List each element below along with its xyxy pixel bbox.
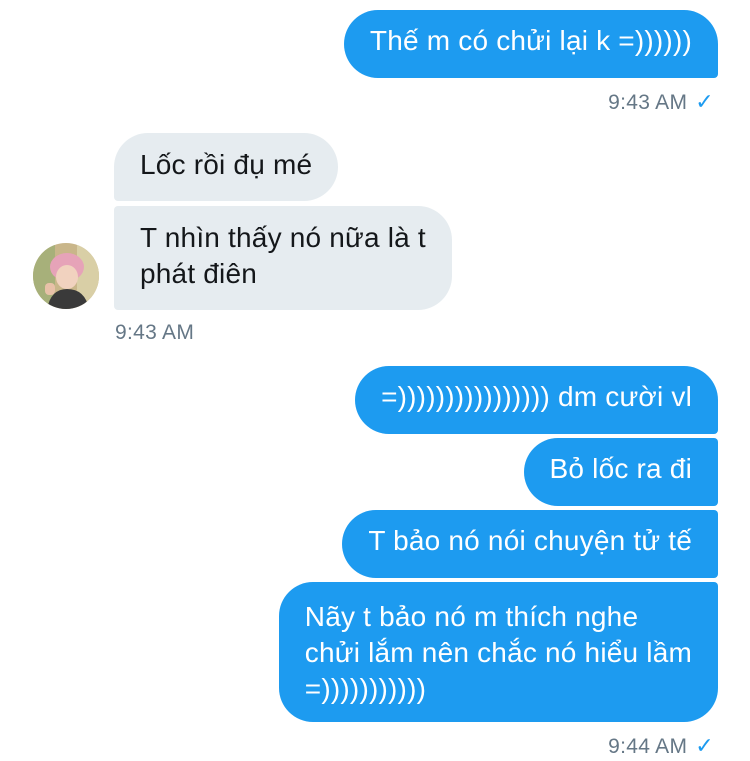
message-timestamp: 9:43 AM xyxy=(115,321,195,344)
message-bubble-outgoing[interactable]: T bảo nó nói chuyện tử tế xyxy=(342,510,718,578)
message-bubble-incoming[interactable]: T nhìn thấy nó nữa là t phát điên xyxy=(114,206,452,310)
avatar-image xyxy=(33,243,99,309)
message-bubble-outgoing[interactable]: =)))))))))))))))) dm cười vl xyxy=(355,366,718,434)
message-bubble-outgoing[interactable]: Nãy t bảo nó m thích nghe chửi lắm nên c… xyxy=(278,582,718,722)
checkmark-icon: ✓ xyxy=(695,89,714,114)
message-bubble-incoming[interactable]: Lốc rồi đụ mé xyxy=(114,133,339,201)
timestamp-text: 9:43 AM xyxy=(608,91,688,114)
avatar[interactable] xyxy=(33,243,99,309)
message-bubble-outgoing[interactable]: Thế m có chửi lại k =)))))) xyxy=(343,10,718,78)
message-bubble-outgoing[interactable]: Bỏ lốc ra đi xyxy=(523,438,718,506)
message-timestamp: 9:44 AM ✓ xyxy=(608,733,714,759)
timestamp-text: 9:44 AM xyxy=(608,735,688,758)
checkmark-icon: ✓ xyxy=(695,733,714,758)
dm-conversation: Thế m có chửi lại k =)))))) 9:43 AM ✓ Lốc… xyxy=(0,0,750,761)
message-timestamp: 9:43 AM ✓ xyxy=(608,89,714,115)
